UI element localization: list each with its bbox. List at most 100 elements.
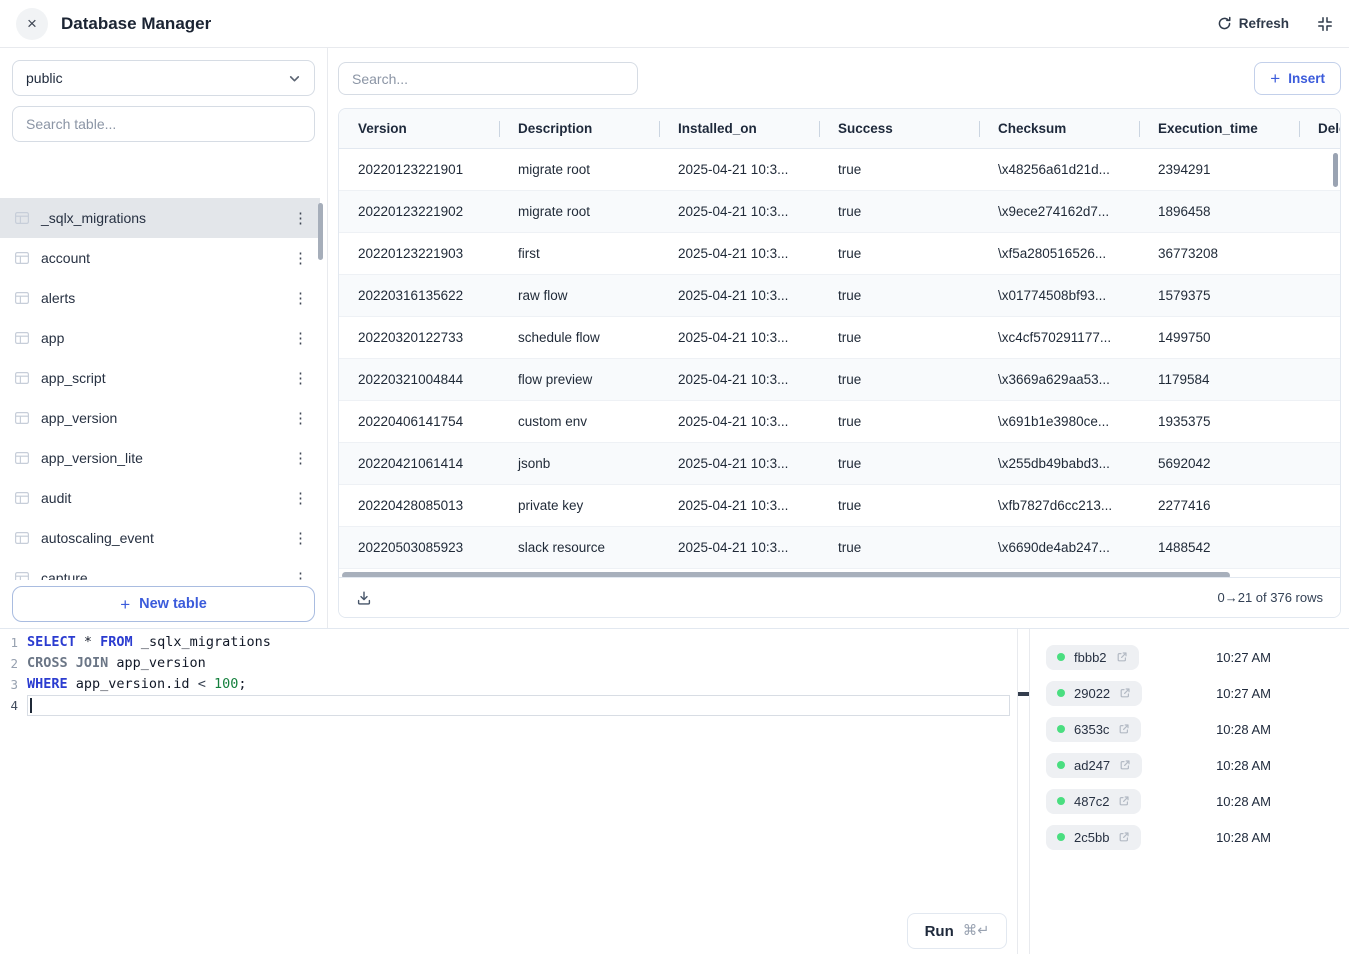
table-cell: 2025-04-21 10:3...: [659, 330, 819, 345]
table-cell: true: [819, 246, 979, 261]
table-cell: true: [819, 372, 979, 387]
table-options-menu-button[interactable]: ⋮: [293, 331, 308, 346]
table-cell: 1499750: [1139, 330, 1299, 345]
table-icon: [14, 330, 30, 346]
table-options-menu-button[interactable]: ⋮: [293, 491, 308, 506]
refresh-button[interactable]: Refresh: [1217, 16, 1289, 31]
table-toolbar: + Insert: [338, 62, 1341, 95]
collapse-icon: [1317, 16, 1333, 32]
new-table-button[interactable]: + New table: [12, 586, 315, 622]
collapse-fullscreen-button[interactable]: [1317, 16, 1333, 32]
query-id-label: 487c2: [1074, 794, 1109, 809]
sidebar-item-capture[interactable]: capture⋮: [0, 558, 320, 580]
query-pill-fbbb2[interactable]: fbbb2: [1046, 645, 1139, 670]
sidebar-item-account[interactable]: account⋮: [0, 238, 320, 278]
table-cell: 2025-04-21 10:3...: [659, 204, 819, 219]
column-header-checksum[interactable]: Checksum: [979, 121, 1139, 136]
sidebar-item-app[interactable]: app⋮: [0, 318, 320, 358]
table-cell: \x691b1e3980ce...: [979, 414, 1139, 429]
table-options-menu-button[interactable]: ⋮: [293, 531, 308, 546]
table-footer: 0→21 of 376 rows: [339, 577, 1340, 617]
editor-line[interactable]: 3WHERE app_version.id < 100;: [0, 674, 1017, 695]
table-row[interactable]: 20220123221903first2025-04-21 10:3...tru…: [339, 233, 1340, 275]
query-pill-487c2[interactable]: 487c2: [1046, 789, 1141, 814]
table-cell: custom env: [499, 414, 659, 429]
table-row[interactable]: 20220406141754custom env2025-04-21 10:3.…: [339, 401, 1340, 443]
column-header-installed_on[interactable]: Installed_on: [659, 121, 819, 136]
search-input[interactable]: [338, 62, 638, 95]
success-status-dot: [1057, 797, 1065, 805]
query-id-label: 2c5bb: [1074, 830, 1109, 845]
vertical-scrollbar[interactable]: [1333, 153, 1338, 187]
sidebar-item-audit[interactable]: audit⋮: [0, 478, 320, 518]
table-row[interactable]: 20220503085923slack resource2025-04-21 1…: [339, 527, 1340, 569]
text-cursor: [30, 698, 32, 713]
column-header-version[interactable]: Version: [339, 121, 499, 136]
table-row[interactable]: 20220421061414jsonb2025-04-21 10:3...tru…: [339, 443, 1340, 485]
column-header-execution_time[interactable]: Execution_time: [1139, 121, 1299, 136]
sidebar-scrollbar[interactable]: [318, 203, 323, 260]
sidebar-item-alerts[interactable]: alerts⋮: [0, 278, 320, 318]
sidebar-item-_sqlx_migrations[interactable]: _sqlx_migrations⋮: [0, 198, 320, 238]
table-row[interactable]: 20220428085013private key2025-04-21 10:3…: [339, 485, 1340, 527]
history-item: 2c5bb 10:28 AM: [1046, 819, 1333, 855]
schema-select[interactable]: public: [12, 60, 315, 96]
table-search-input[interactable]: [12, 106, 315, 142]
table-row[interactable]: 20220316135622raw flow2025-04-21 10:3...…: [339, 275, 1340, 317]
editor-line[interactable]: 4: [0, 695, 1017, 716]
table-cell: 20220316135622: [339, 288, 499, 303]
sql-editor[interactable]: 1SELECT * FROM _sqlx_migrations2CROSS JO…: [0, 629, 1017, 954]
table-cell: 20220321004844: [339, 372, 499, 387]
query-pill-6353c[interactable]: 6353c: [1046, 717, 1141, 742]
table-icon: [14, 450, 30, 466]
table-row[interactable]: 20220123221901migrate root2025-04-21 10:…: [339, 149, 1340, 191]
column-header-description[interactable]: Description: [499, 121, 659, 136]
query-id-label: 6353c: [1074, 722, 1109, 737]
table-cell: 20220421061414: [339, 456, 499, 471]
table-cell: first: [499, 246, 659, 261]
query-pill-2c5bb[interactable]: 2c5bb: [1046, 825, 1141, 850]
query-id-label: ad247: [1074, 758, 1110, 773]
query-timestamp: 10:28 AM: [1216, 830, 1271, 845]
plus-icon: +: [120, 596, 130, 613]
table-cell: true: [819, 414, 979, 429]
line-number: 4: [0, 695, 27, 716]
table-row[interactable]: 20220321004844flow preview2025-04-21 10:…: [339, 359, 1340, 401]
table-row[interactable]: 20220320122733schedule flow2025-04-21 10…: [339, 317, 1340, 359]
table-cell: true: [819, 456, 979, 471]
sidebar-item-app_version_lite[interactable]: app_version_lite⋮: [0, 438, 320, 478]
success-status-dot: [1057, 689, 1065, 697]
query-pill-ad247[interactable]: ad247: [1046, 753, 1142, 778]
table-options-menu-button[interactable]: ⋮: [293, 251, 308, 266]
sidebar-item-app_version[interactable]: app_version⋮: [0, 398, 320, 438]
query-timestamp: 10:28 AM: [1216, 794, 1271, 809]
table-options-menu-button[interactable]: ⋮: [293, 411, 308, 426]
insert-button[interactable]: + Insert: [1254, 62, 1341, 95]
table-icon: [14, 290, 30, 306]
table-icon: [14, 530, 30, 546]
editor-scrollbar-gutter[interactable]: [1017, 629, 1030, 954]
table-options-menu-button[interactable]: ⋮: [293, 571, 308, 581]
sidebar-item-app_script[interactable]: app_script⋮: [0, 358, 320, 398]
editor-line[interactable]: 1SELECT * FROM _sqlx_migrations: [0, 632, 1017, 653]
run-button[interactable]: Run ⌘↵: [907, 913, 1007, 949]
table-row[interactable]: 20220123221902migrate root2025-04-21 10:…: [339, 191, 1340, 233]
table-cell: true: [819, 162, 979, 177]
table-cell: 1935375: [1139, 414, 1299, 429]
table-cell: 2025-04-21 10:3...: [659, 540, 819, 555]
query-timestamp: 10:28 AM: [1216, 722, 1271, 737]
query-pill-29022[interactable]: 29022: [1046, 681, 1142, 706]
editor-line[interactable]: 2CROSS JOIN app_version: [0, 653, 1017, 674]
column-header-success[interactable]: Success: [819, 121, 979, 136]
external-link-icon: [1116, 651, 1128, 663]
download-button[interactable]: [356, 590, 372, 606]
table-options-menu-button[interactable]: ⋮: [293, 371, 308, 386]
table-options-menu-button[interactable]: ⋮: [293, 451, 308, 466]
table-cell: \x9ece274162d7...: [979, 204, 1139, 219]
close-button[interactable]: ×: [16, 8, 48, 40]
column-header-deleted[interactable]: Deleted: [1299, 121, 1340, 136]
table-options-menu-button[interactable]: ⋮: [293, 211, 308, 226]
table-cell: 20220406141754: [339, 414, 499, 429]
sidebar-item-autoscaling_event[interactable]: autoscaling_event⋮: [0, 518, 320, 558]
table-options-menu-button[interactable]: ⋮: [293, 291, 308, 306]
